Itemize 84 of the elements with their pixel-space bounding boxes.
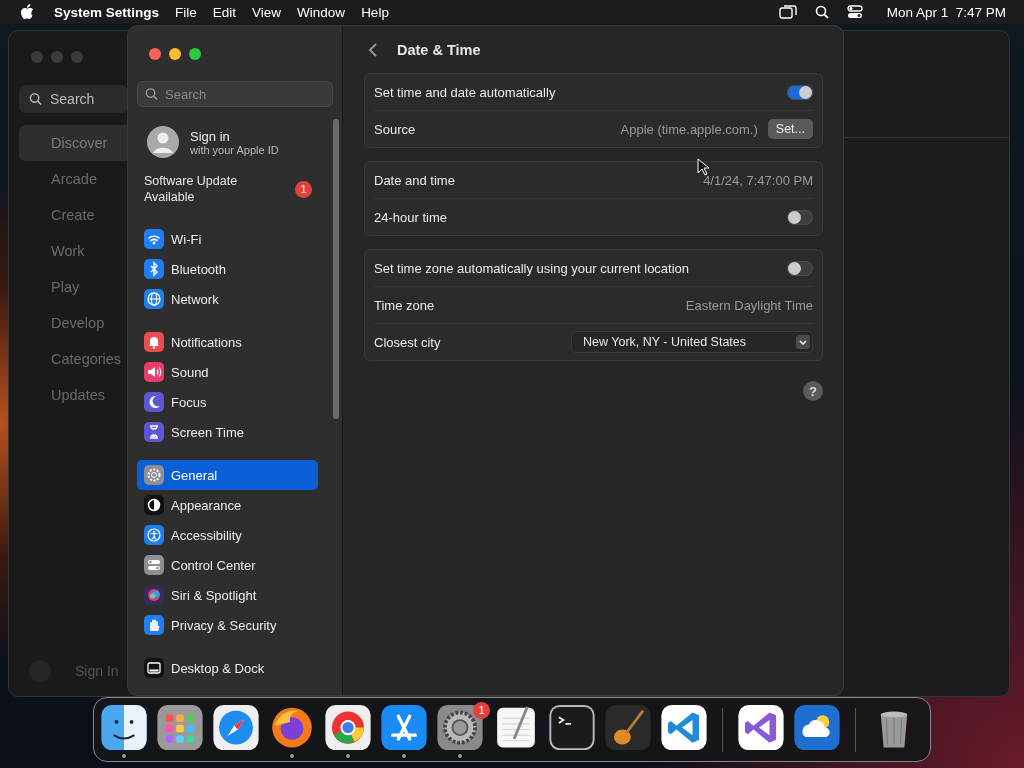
setting-label: Date and time [374,172,456,188]
sidebar-item[interactable]: General [137,460,318,490]
city-dropdown[interactable]: New York, NY - United States [571,331,813,353]
sidebar-item[interactable]: Sound [137,357,318,387]
setting-value: Eastern Daylight Time [685,297,813,313]
sidebar-item[interactable]: Accessibility [137,520,318,550]
compass-icon[interactable] [212,704,260,750]
minimize-button[interactable] [169,48,181,60]
switches-icon [144,555,164,575]
account-subtitle: with your Apple ID [190,143,279,156]
terminal-icon[interactable] [548,704,596,750]
chevron-icon [796,335,810,349]
zoom-button[interactable] [189,48,201,60]
pointer-icon [697,158,709,176]
hourglass-icon [144,422,164,442]
wifi-icon [144,229,164,249]
count-badge: 1 [295,180,312,198]
setting-label: 24-hour time [374,209,448,225]
contrast-icon [144,495,164,515]
back-button[interactable] [368,42,378,58]
close-button[interactable] [149,48,161,60]
ribbon-icon[interactable] [737,704,785,750]
sidebar-item[interactable]: Bluetooth [137,254,318,284]
sidebar-item[interactable]: Siri & Spotlight [137,580,318,610]
help-button[interactable]: ? [803,381,823,401]
windows-icon[interactable] [778,5,797,19]
menu-item[interactable]: Edit [212,4,237,20]
orb-icon [144,585,164,605]
menu-item[interactable]: View [252,4,282,20]
ribbon-icon[interactable] [660,704,708,750]
search-icon [145,87,158,101]
toggle-switch[interactable] [787,84,813,100]
sign-in-link[interactable]: Sign in [190,128,279,144]
bell-icon [144,332,164,352]
set-button[interactable]: Set... [767,119,813,139]
control-center-icon[interactable] [846,5,863,19]
setting-value: 4/1/24, 7:47:00 PM [703,172,813,188]
gear-icon [144,465,164,485]
menu-item[interactable]: Help [361,4,389,20]
update-notice[interactable]: Software Update Available [144,173,264,205]
face-icon[interactable] [100,704,148,750]
count-badge: 1 [473,701,490,719]
globe-icon [144,289,164,309]
sidebar-item[interactable]: Control Center [137,550,318,580]
ring-icon[interactable] [324,704,372,750]
avatar-icon[interactable] [147,126,179,158]
accessibility-icon [144,525,164,545]
sidebar-item[interactable]: Notifications [137,327,318,357]
setting-label: Source [374,121,417,137]
setting-value: Apple (time.apple.com.) [620,121,758,137]
moon-icon [144,392,164,412]
search-icon [29,92,42,106]
apple-logo-icon[interactable] [20,4,34,20]
toggle-switch[interactable] [787,209,813,225]
scrollbar[interactable] [333,119,339,419]
sidebar-item[interactable]: Appearance [137,490,318,520]
toggle-switch[interactable] [787,260,813,276]
cloud-sun-icon[interactable] [793,704,841,750]
clock[interactable]: Mon Apr 1 7:47 PM [886,4,1006,20]
sidebar-item[interactable]: Desktop & Dock [137,653,318,683]
speaker-icon [144,362,164,382]
setting-label: Set time and date automatically [374,84,557,100]
crossed-sticks-icon[interactable] [380,704,428,750]
menu-item[interactable]: File [175,4,197,20]
sidebar-item[interactable]: Privacy & Security [137,610,318,640]
hand-icon [144,615,164,635]
sidebar-item[interactable]: Screen Time [137,417,318,447]
bluetooth-icon [144,259,164,279]
setting-label: Set time zone automatically using your current location [374,260,691,276]
search-icon[interactable] [814,5,829,19]
app-grid-icon[interactable] [156,704,204,750]
sidebar-item[interactable]: Wi-Fi [137,224,318,254]
menu-item[interactable]: Window [297,4,346,20]
app-menu[interactable]: System Settings [54,4,160,20]
setting-label: Time zone [374,297,436,313]
sidebar-item[interactable]: Network [137,284,318,314]
search-field[interactable]: Search [19,85,128,113]
setting-label: Closest city [374,334,442,350]
guitar-icon[interactable] [604,704,652,750]
search-field[interactable]: Search [137,81,333,107]
dock-icon [144,658,164,678]
sidebar-item[interactable]: Focus [137,387,318,417]
gear-icon[interactable] [436,704,484,750]
page-title: Date & Time [397,42,481,58]
